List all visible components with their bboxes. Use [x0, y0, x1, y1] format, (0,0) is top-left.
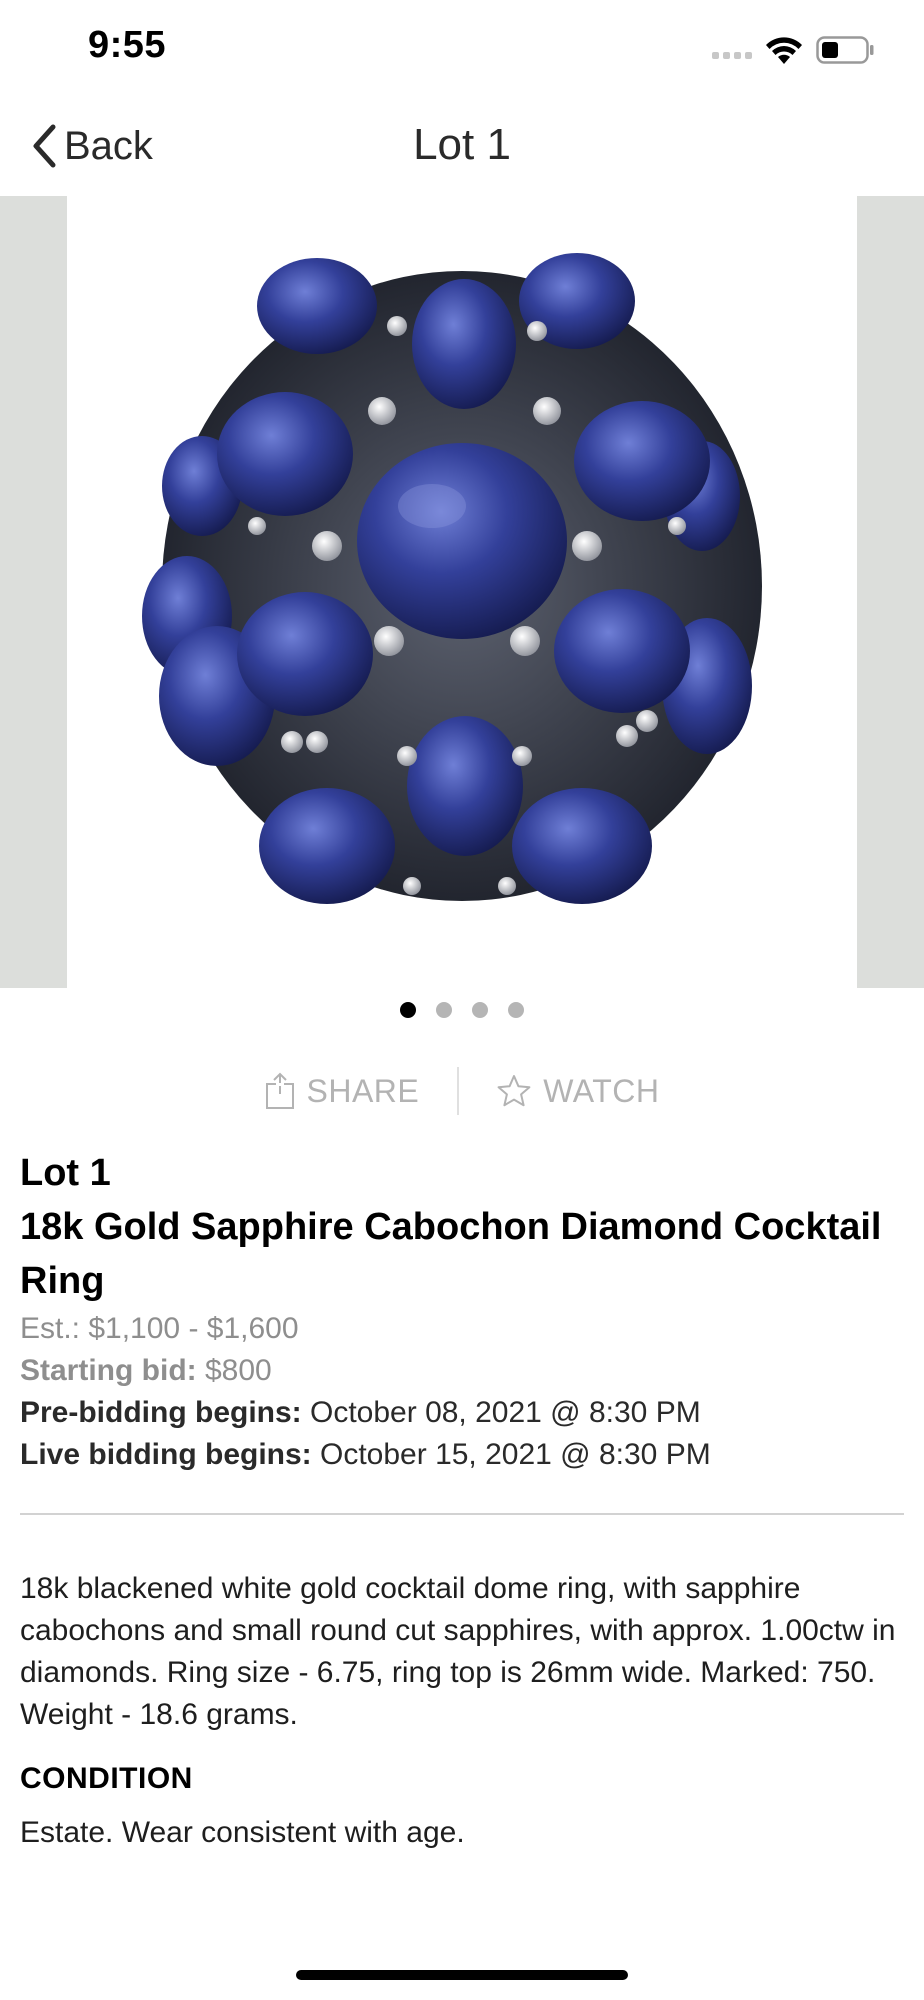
live-value: October 15, 2021 @ 8:30 PM	[320, 1438, 711, 1471]
watch-button[interactable]: WATCH	[459, 1073, 697, 1110]
prebid-value: October 08, 2021 @ 8:30 PM	[310, 1396, 701, 1429]
live-label: Live bidding begins:	[20, 1438, 312, 1471]
starting-bid-value: $800	[205, 1354, 272, 1387]
prebid-begins: Pre-bidding begins: October 08, 2021 @ 8…	[20, 1392, 904, 1434]
cellular-signal-icon	[712, 52, 752, 59]
live-bidding-begins: Live bidding begins: October 15, 2021 @ …	[20, 1434, 904, 1476]
page-title: Lot 1	[413, 120, 511, 169]
condition-text: Estate. Wear consistent with age.	[20, 1816, 465, 1849]
share-icon	[265, 1072, 294, 1109]
battery-icon	[816, 36, 874, 64]
image-page-indicator[interactable]	[0, 1002, 924, 1018]
lot-number: Lot 1	[20, 1152, 111, 1194]
section-divider	[20, 1513, 904, 1515]
lot-actions: SHARE WATCH	[0, 1066, 924, 1116]
star-icon	[497, 1075, 531, 1107]
ring-photo	[142, 253, 762, 904]
condition-heading: CONDITION	[20, 1762, 193, 1795]
image-gallery[interactable]	[0, 196, 924, 988]
page-dot-2[interactable]	[436, 1002, 452, 1018]
status-bar: 9:55	[0, 0, 924, 100]
estimate: Est.: $1,100 - $1,600	[20, 1312, 299, 1345]
navigation-bar: Back Lot 1	[0, 100, 924, 196]
share-button[interactable]: SHARE	[227, 1072, 458, 1110]
page-dot-4[interactable]	[508, 1002, 524, 1018]
wifi-icon	[766, 37, 802, 64]
lot-description: 18k blackened white gold cocktail dome r…	[20, 1572, 896, 1731]
watch-label: WATCH	[543, 1072, 660, 1109]
status-time: 9:55	[88, 24, 167, 66]
prebid-label: Pre-bidding begins:	[20, 1396, 302, 1429]
lot-title: 18k Gold Sapphire Cabochon Diamond Cockt…	[20, 1206, 882, 1302]
page-dot-3[interactable]	[472, 1002, 488, 1018]
share-label: SHARE	[306, 1072, 420, 1109]
starting-bid: Starting bid: $800	[20, 1350, 904, 1392]
lot-details: Lot 1 18k Gold Sapphire Cabochon Diamond…	[20, 1148, 904, 1476]
lot-image[interactable]	[67, 196, 857, 988]
page-dot-1[interactable]	[400, 1002, 416, 1018]
home-indicator[interactable]	[296, 1970, 628, 1980]
starting-bid-label: Starting bid:	[20, 1354, 197, 1387]
